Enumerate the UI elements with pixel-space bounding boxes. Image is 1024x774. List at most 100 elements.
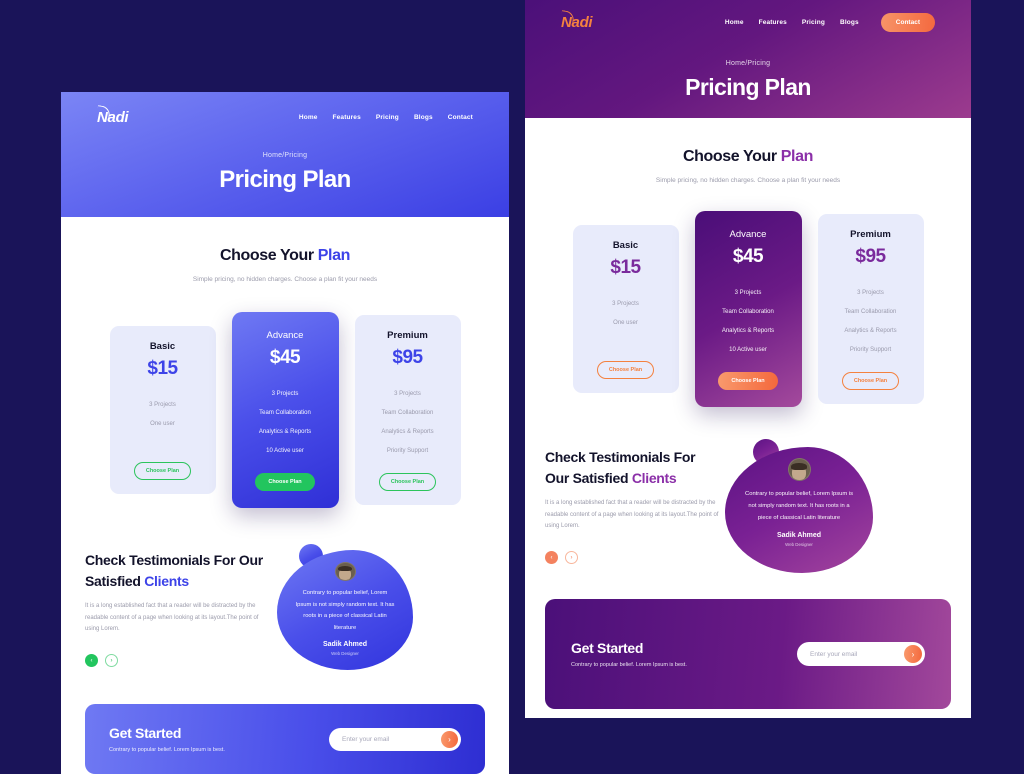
cta-copy: Get Started Contrary to popular belief. … (571, 640, 687, 668)
choose-plan-button[interactable]: Choose Plan (718, 372, 778, 391)
right-pricing-cards: Basic $15 3 Projects One user Choose Pla… (547, 211, 949, 408)
nav-item-blogs[interactable]: Blogs (414, 114, 433, 121)
nav-item-features[interactable]: Features (333, 114, 361, 121)
plan-feature: Analytics & Reports (844, 328, 897, 335)
nav-item-home[interactable]: Home (725, 19, 744, 26)
choose-plan-button[interactable]: Choose Plan (255, 473, 315, 492)
mockup-stage: Nadi Home Features Pricing Blogs Contact… (0, 0, 1024, 774)
plan-name: Premium (387, 330, 428, 342)
testimonial-heading-line2-normal: Satisfied (85, 572, 145, 589)
plan-feature: Team Collaboration (381, 410, 434, 417)
submit-arrow-icon[interactable]: › (904, 645, 922, 664)
plan-price: $95 (855, 246, 886, 268)
left-hero-header: Nadi Home Features Pricing Blogs Contact… (61, 92, 509, 217)
avatar-hair (791, 462, 807, 470)
testimonial-heading: Check Testimonials For Our Satisfied Cli… (85, 550, 271, 591)
contact-button[interactable]: Contact (880, 12, 935, 32)
right-design-panel: Nadi Home Features Pricing Blogs Contact… (525, 0, 971, 718)
plan-price: $95 (392, 347, 423, 369)
left-hero-center: Home/Pricing Pricing Plan (61, 152, 509, 194)
nav-item-blogs[interactable]: Blogs (840, 19, 859, 26)
pricing-subtitle: Simple pricing, no hidden charges. Choos… (655, 177, 841, 184)
pricing-card-premium[interactable]: Premium $95 3 Projects Team Collaboratio… (817, 214, 924, 405)
choose-plan-button[interactable]: Choose Plan (133, 462, 192, 481)
plan-feature: Team Collaboration (844, 309, 897, 316)
left-navbar: Nadi Home Features Pricing Blogs Contact (61, 92, 509, 134)
testimonial-heading-line2-normal: Our Satisfied (545, 469, 632, 486)
pricing-heading-normal: Choose Your (683, 148, 781, 165)
testimonial-heading-line2-accent: Clients (144, 572, 189, 589)
plan-feature: One user (150, 421, 175, 428)
nav-item-home[interactable]: Home (299, 114, 318, 121)
plan-features: 3 Projects Team Collaboration Analytics … (704, 290, 793, 366)
plan-feature: Analytics & Reports (258, 429, 312, 436)
right-pricing-heading-block: Choose Your Plan Simple pricing, no hidd… (547, 148, 949, 186)
choose-plan-button[interactable]: Choose Plan (596, 361, 655, 380)
left-design-panel: Nadi Home Features Pricing Blogs Contact… (61, 92, 509, 774)
newsletter-form: › (797, 642, 925, 667)
testimonial-card: Contrary to popular belief, Lorem Ipsum … (277, 550, 413, 671)
nav-item-contact[interactable]: Contact (448, 114, 473, 121)
plan-price: $45 (732, 246, 764, 268)
pricing-card-premium[interactable]: Premium $95 3 Projects Team Collaboratio… (354, 315, 461, 506)
plan-features: 3 Projects One user (582, 301, 670, 355)
testimonial-heading-line1: Check Testimonials For (545, 449, 696, 466)
plan-feature: Team Collaboration (722, 309, 774, 316)
breadcrumb: Home/Pricing (725, 60, 771, 67)
choose-plan-button[interactable]: Choose Plan (841, 372, 900, 391)
testimonial-body: It is a long established fact that a rea… (85, 602, 259, 633)
left-nav-links: Home Features Pricing Blogs Contact (299, 114, 473, 121)
plan-feature: One user (613, 320, 638, 327)
testimonial-role: Web Designer (785, 542, 813, 548)
testimonial-heading: Check Testimonials For Our Satisfied Cli… (545, 447, 723, 488)
testimonial-card: Contrary to popular belief, Lorem Ipsum … (725, 447, 873, 574)
pricing-card-advance[interactable]: Advance $45 3 Projects Team Collaboratio… (694, 211, 802, 408)
pricing-card-basic[interactable]: Basic $15 3 Projects One user Choose Pla… (572, 225, 679, 394)
left-testimonials-section: Check Testimonials For Our Satisfied Cli… (61, 508, 509, 671)
testimonial-author: Sadik Ahmed (776, 532, 822, 540)
pricing-card-advance[interactable]: Advance $45 3 Projects Team Collaboratio… (231, 312, 339, 509)
logo-nadi[interactable]: Nadi (96, 104, 129, 126)
testimonial-blob-wrap: Contrary to popular belief, Lorem Ipsum … (725, 439, 873, 574)
testimonial-role: Web Designer (331, 651, 359, 657)
pricing-heading-normal: Choose Your (220, 247, 318, 264)
carousel-prev-icon[interactable]: ‹ (545, 551, 558, 565)
nav-item-pricing[interactable]: Pricing (376, 114, 399, 121)
submit-arrow-icon[interactable]: › (441, 730, 458, 748)
nav-item-pricing[interactable]: Pricing (802, 19, 825, 26)
testimonial-copy: Check Testimonials For Our Satisfied Cli… (85, 550, 271, 668)
pricing-heading: Choose Your Plan (547, 148, 949, 166)
page-title: Pricing Plan (219, 166, 351, 193)
carousel-next-icon[interactable]: › (105, 654, 118, 668)
logo-swoosh-icon (560, 9, 575, 25)
left-pricing-cards: Basic $15 3 Projects One user Choose Pla… (87, 312, 483, 509)
testimonial-quote: Contrary to popular belief, Lorem Ipsum … (295, 590, 395, 631)
testimonial-author: Sadik Ahmed (322, 641, 368, 649)
plan-features: 3 Projects One user (119, 402, 207, 456)
email-input[interactable] (810, 650, 904, 658)
nav-item-features[interactable]: Features (759, 19, 787, 26)
cta-subtitle: Contrary to popular belief. Lorem Ipsum … (571, 662, 687, 669)
plan-name: Advance (729, 229, 767, 241)
plan-name: Advance (266, 330, 304, 342)
plan-feature: 3 Projects (612, 301, 639, 308)
plan-feature: Analytics & Reports (721, 328, 775, 335)
plan-feature: Priority Support (849, 347, 892, 354)
right-navbar: Nadi Home Features Pricing Blogs Contact (525, 0, 971, 44)
logo-nadi[interactable]: Nadi (560, 9, 593, 31)
testimonial-blob-wrap: Contrary to popular belief, Lorem Ipsum … (277, 544, 413, 671)
plan-feature: 3 Projects (734, 290, 762, 297)
carousel-prev-icon[interactable]: ‹ (85, 654, 98, 668)
email-input[interactable] (342, 735, 441, 743)
avatar-face (338, 565, 352, 580)
pricing-subtitle: Simple pricing, no hidden charges. Choos… (192, 276, 378, 283)
choose-plan-button[interactable]: Choose Plan (378, 473, 437, 492)
cta-copy: Get Started Contrary to popular belief. … (109, 725, 225, 753)
pricing-heading-accent: Plan (780, 148, 814, 165)
plan-price: $45 (269, 347, 301, 369)
pricing-heading: Choose Your Plan (87, 247, 483, 265)
carousel-next-icon[interactable]: › (565, 551, 578, 565)
testimonial-quote: Contrary to popular belief, Lorem Ipsum … (745, 491, 853, 521)
pricing-card-basic[interactable]: Basic $15 3 Projects One user Choose Pla… (109, 326, 216, 495)
newsletter-form: › (329, 727, 461, 751)
